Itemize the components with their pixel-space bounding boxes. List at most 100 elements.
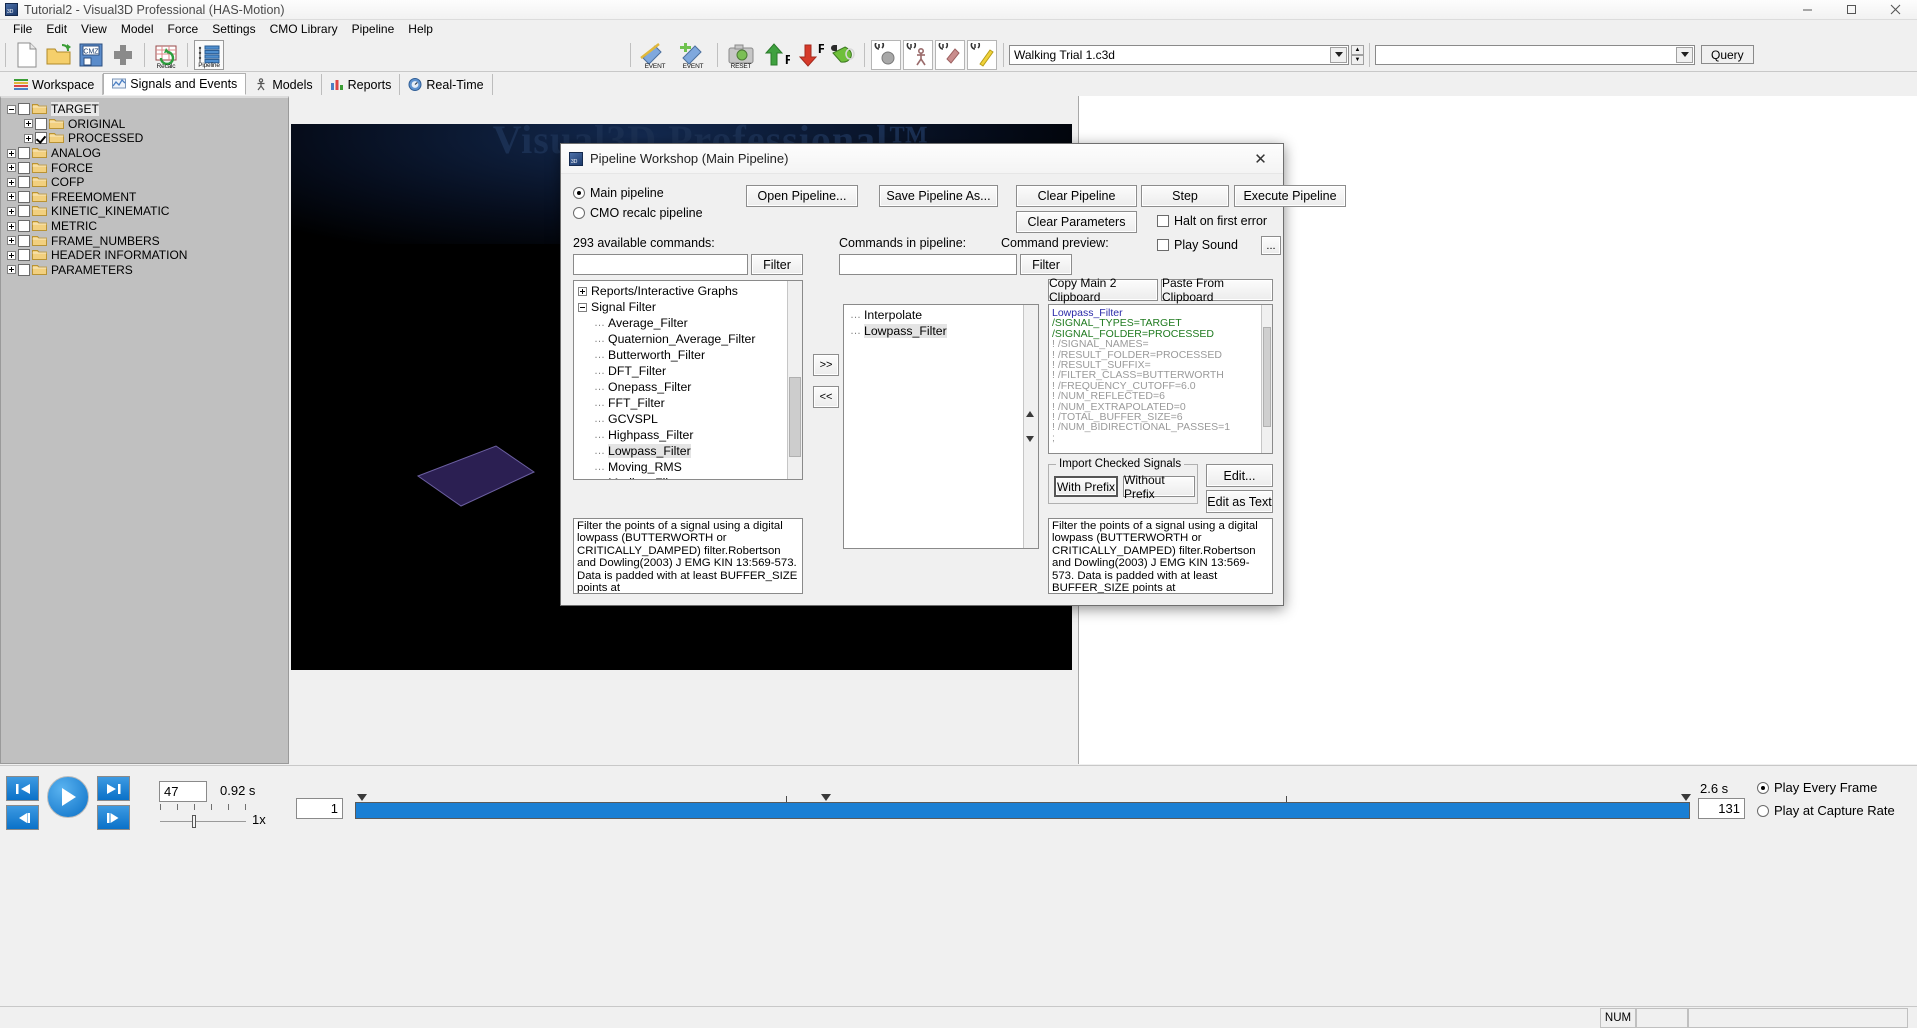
speed-slider-handle[interactable]	[192, 815, 196, 828]
cmo-recalc-radio[interactable]: CMO recalc pipeline	[573, 206, 703, 220]
tree-checkbox[interactable]	[18, 220, 30, 233]
without-prefix-button[interactable]: Without Prefix	[1123, 473, 1195, 501]
start-frame-input[interactable]: 1	[296, 798, 343, 819]
timeline-playhead-icon[interactable]	[821, 794, 831, 801]
play-sound-browse-button[interactable]: ...	[1261, 236, 1281, 255]
paste-from-clipboard-button[interactable]: Paste From Clipboard	[1161, 276, 1273, 304]
force-up-icon[interactable]: F	[760, 40, 792, 70]
toggle-force-icon[interactable]	[935, 39, 965, 70]
play-sound-checkbox[interactable]: Play Sound	[1157, 238, 1238, 252]
available-command-item[interactable]: … Butterworth_Filter	[576, 347, 802, 363]
preview-scrollbar[interactable]	[1261, 305, 1272, 453]
remove-from-pipeline-button[interactable]: <<	[813, 386, 839, 408]
maximize-button[interactable]	[1829, 0, 1873, 20]
available-command-item[interactable]: … DFT_Filter	[576, 363, 802, 379]
plus-block-icon[interactable]	[108, 40, 138, 70]
clear-pipeline-button[interactable]: Clear Pipeline	[1016, 185, 1137, 207]
trial-selector-combo[interactable]: Walking Trial 1.c3d	[1009, 44, 1349, 65]
pipeline-command-item[interactable]: … Lowpass_Filter	[848, 323, 1038, 339]
query-input[interactable]	[1375, 44, 1695, 65]
available-command-item[interactable]: Reports/Interactive Graphs	[576, 283, 802, 299]
expand-icon[interactable]	[5, 220, 18, 233]
tab-signals-and-events[interactable]: Signals and Events	[103, 73, 247, 95]
pipeline-icon[interactable]: Pipeline	[194, 39, 224, 70]
step-back-button[interactable]	[6, 805, 39, 830]
with-prefix-button[interactable]: With Prefix	[1054, 476, 1118, 497]
tree-item-frame-numbers[interactable]: FRAME_NUMBERS	[5, 233, 288, 248]
spinner-up[interactable]: ▲	[1351, 44, 1364, 55]
preview-scroll-thumb[interactable]	[1263, 327, 1271, 427]
menu-edit[interactable]: Edit	[39, 21, 74, 37]
pipeline-command-item[interactable]: … Interpolate	[848, 307, 1038, 323]
tree-item-cofp[interactable]: COFP	[5, 175, 288, 190]
end-frame-input[interactable]: 131	[1698, 798, 1745, 819]
green-tag-icon[interactable]	[828, 40, 858, 70]
available-filter-input[interactable]	[573, 254, 748, 275]
minimize-button[interactable]	[1785, 0, 1829, 20]
expand-icon[interactable]	[22, 117, 35, 130]
available-commands-list[interactable]: Reports/Interactive Graphs Signal Filter……	[573, 280, 803, 480]
current-frame-input[interactable]: 47	[159, 781, 207, 802]
tree-checkbox[interactable]	[18, 249, 30, 262]
expand-icon[interactable]	[5, 205, 18, 218]
menu-force[interactable]: Force	[161, 21, 206, 37]
tree-checkbox[interactable]	[18, 205, 30, 218]
available-command-item[interactable]: … Onepass_Filter	[576, 379, 802, 395]
main-pipeline-radio[interactable]: Main pipeline	[573, 186, 664, 200]
tab-workspace[interactable]: Workspace	[6, 74, 104, 95]
add-to-pipeline-button[interactable]: >>	[813, 354, 839, 376]
add-event-plus-icon[interactable]: EVENT	[675, 40, 711, 70]
step-button[interactable]: Step	[1141, 185, 1229, 207]
menu-file[interactable]: File	[6, 21, 39, 37]
timeline-track[interactable]	[355, 794, 1691, 819]
tree-item-processed[interactable]: PROCESSED	[5, 131, 288, 146]
available-command-item[interactable]: … GCVSPL	[576, 411, 802, 427]
expand-icon[interactable]	[5, 263, 18, 276]
available-list-scroll-thumb[interactable]	[789, 377, 801, 457]
menu-help[interactable]: Help	[401, 21, 440, 37]
tree-checkbox[interactable]	[18, 263, 30, 276]
tab-real-time[interactable]: Real-Time	[400, 74, 493, 95]
save-pipeline-as-button[interactable]: Save Pipeline As...	[879, 185, 998, 207]
tree-item-target[interactable]: TARGET	[5, 102, 288, 117]
tree-item-original[interactable]: ORIGINAL	[5, 117, 288, 132]
expand-icon[interactable]	[22, 132, 35, 145]
tree-item-parameters[interactable]: PARAMETERS	[5, 263, 288, 278]
clear-parameters-button[interactable]: Clear Parameters	[1016, 211, 1137, 233]
menu-model[interactable]: Model	[114, 21, 161, 37]
tree-item-metric[interactable]: METRIC	[5, 219, 288, 234]
available-command-item[interactable]: … Quaternion_Average_Filter	[576, 331, 802, 347]
pipeline-filter-input[interactable]	[839, 254, 1017, 275]
scroll-down-arrow-icon[interactable]	[1026, 436, 1034, 442]
add-event-icon[interactable]: EVENT	[637, 40, 673, 70]
tree-item-analog[interactable]: ANALOG	[5, 146, 288, 161]
tree-item-header-information[interactable]: HEADER INFORMATION	[5, 248, 288, 263]
available-command-item[interactable]: … Average_Filter	[576, 315, 802, 331]
available-command-item[interactable]: … Lowpass_Filter	[576, 443, 802, 459]
reset-camera-icon[interactable]: RESET	[724, 40, 758, 70]
edit-button[interactable]: Edit...	[1206, 464, 1273, 487]
scroll-up-arrow-icon[interactable]	[1026, 411, 1034, 417]
speed-slider[interactable]	[160, 814, 246, 828]
tree-item-force[interactable]: FORCE	[5, 160, 288, 175]
query-button[interactable]: Query	[1701, 45, 1754, 64]
tree-checkbox[interactable]	[35, 132, 47, 145]
tree-checkbox[interactable]	[18, 176, 30, 189]
available-command-item[interactable]: … Moving_RMS	[576, 459, 802, 475]
edit-as-text-button[interactable]: Edit as Text	[1206, 490, 1273, 513]
available-filter-button[interactable]: Filter	[751, 254, 803, 275]
toggle-marker-icon[interactable]	[871, 39, 901, 70]
tree-checkbox[interactable]	[18, 190, 30, 203]
available-command-item[interactable]: …Median_Filter	[576, 475, 802, 479]
pipeline-workshop-dialog[interactable]: Pipeline Workshop (Main Pipeline) ✕ Main…	[560, 143, 1346, 606]
menu-settings[interactable]: Settings	[205, 21, 262, 37]
menu-pipeline[interactable]: Pipeline	[345, 21, 402, 37]
expand-icon[interactable]	[5, 161, 18, 174]
skip-to-end-button[interactable]	[97, 776, 130, 801]
tree-checkbox[interactable]	[18, 234, 30, 247]
tab-models[interactable]: Models	[246, 74, 322, 95]
pipeline-list-scrollbar[interactable]	[1023, 305, 1038, 548]
collapse-icon[interactable]	[578, 302, 587, 312]
expand-icon[interactable]	[5, 234, 18, 247]
query-chevron-down-icon[interactable]	[1676, 46, 1693, 63]
